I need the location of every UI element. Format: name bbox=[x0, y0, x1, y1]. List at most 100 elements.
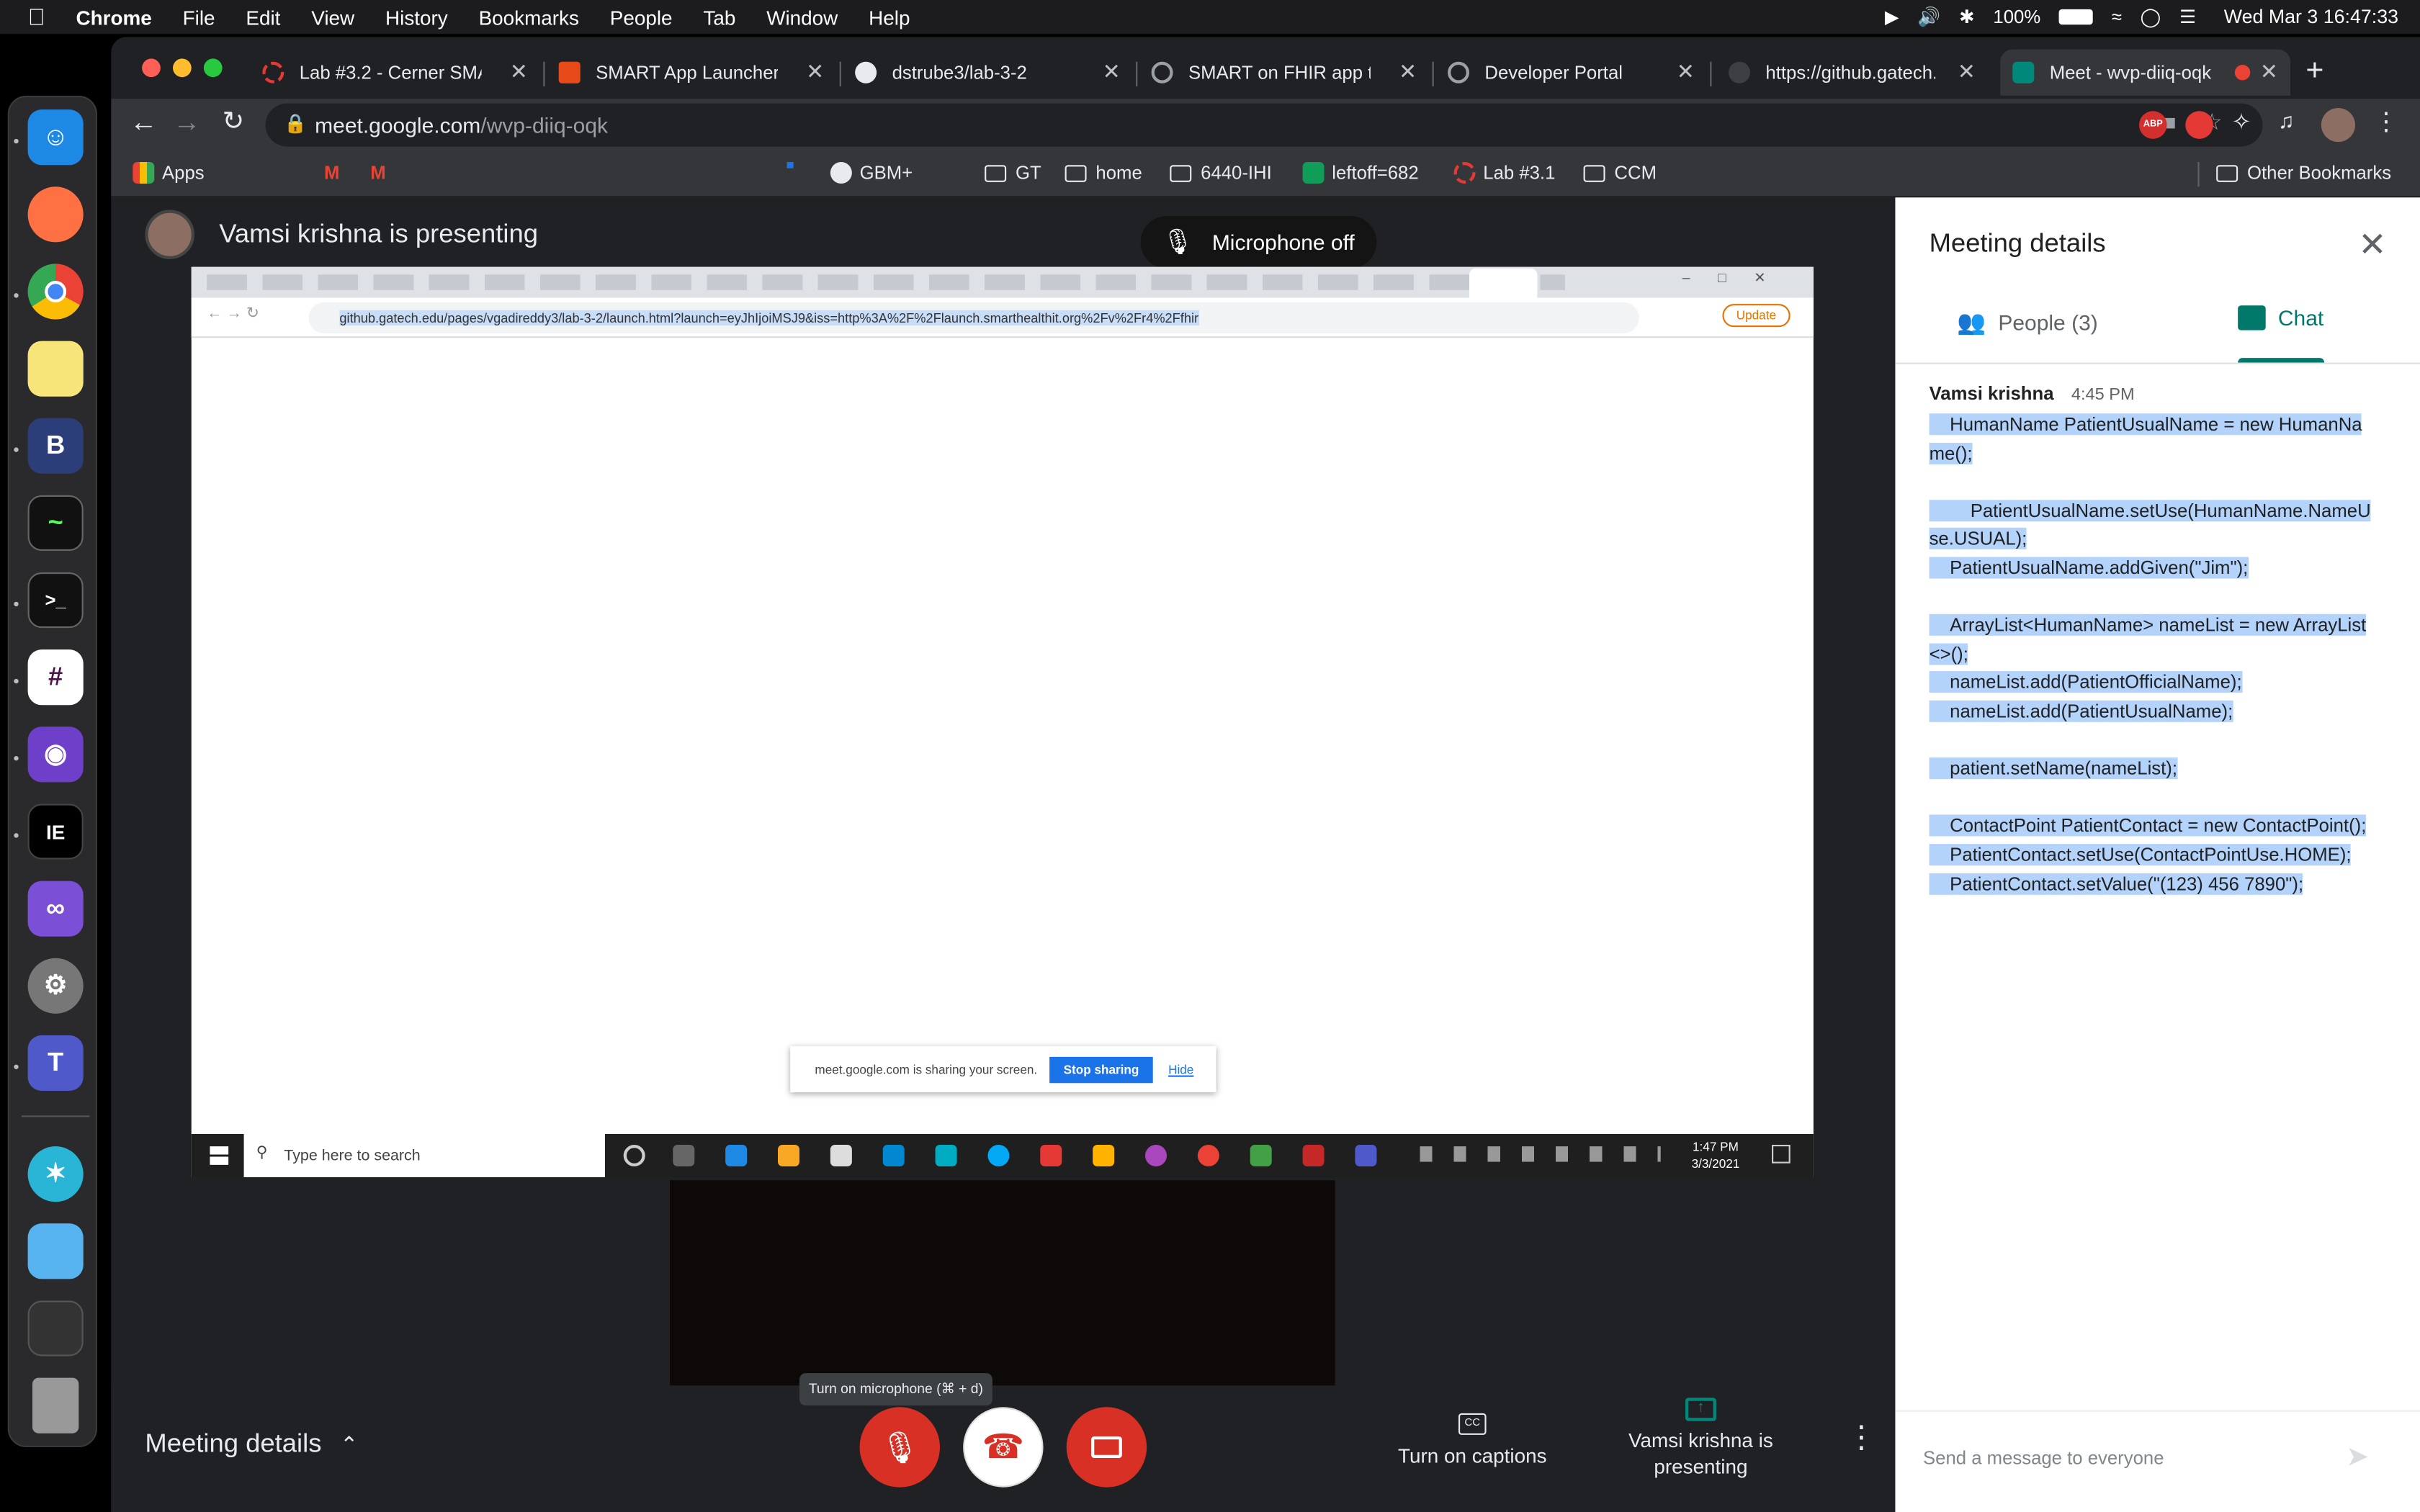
zoom-window-button[interactable] bbox=[203, 58, 223, 78]
tab-people[interactable]: 👥 People (3) bbox=[1957, 309, 2098, 336]
sharing-notice: meet.google.com is sharing your screen. … bbox=[790, 1045, 1216, 1093]
tab-developer-portal[interactable]: Developer Portal ✕ bbox=[1435, 50, 1707, 96]
battery-icon[interactable] bbox=[2058, 9, 2094, 25]
close-icon[interactable]: ✕ bbox=[806, 58, 824, 84]
windows-clock: 1:47 PM 3/3/2021 bbox=[1691, 1140, 1740, 1171]
activity-monitor-icon[interactable]: ~ bbox=[27, 495, 84, 551]
mic-off-label: Microphone off bbox=[1211, 230, 1355, 255]
control-center-icon[interactable]: ☰ bbox=[2179, 6, 2196, 28]
menu-people[interactable]: People bbox=[610, 6, 673, 29]
menu-view[interactable]: View bbox=[311, 6, 354, 29]
forward-icon[interactable]: → bbox=[173, 107, 201, 139]
chrome-icon[interactable] bbox=[27, 264, 84, 320]
minimize-window-button[interactable] bbox=[173, 58, 192, 78]
chrome-menu-icon[interactable]: ⋮ bbox=[2374, 107, 2398, 138]
close-icon[interactable]: ✕ bbox=[1399, 58, 1417, 84]
menu-window[interactable]: Window bbox=[766, 6, 838, 29]
tab-smart-launcher[interactable]: SMART App Launcher ✕ bbox=[547, 50, 837, 96]
tab-smart-tutorial[interactable]: SMART on FHIR app tuto ✕ bbox=[1139, 50, 1429, 96]
github-icon bbox=[1729, 61, 1750, 84]
bookmark-leftoff[interactable]: leftoff=682 bbox=[1302, 162, 1419, 184]
folder-icon[interactable] bbox=[27, 1223, 84, 1279]
close-panel-icon[interactable]: ✕ bbox=[2358, 225, 2387, 266]
shared-window-controls: –□✕ bbox=[1682, 270, 1793, 286]
bookmark-home[interactable]: home bbox=[1065, 162, 1142, 184]
github-desktop-icon[interactable]: ◉ bbox=[27, 726, 84, 783]
adblock-icon[interactable]: ABP bbox=[2139, 111, 2167, 139]
camera-button[interactable] bbox=[1066, 1407, 1147, 1488]
menu-file[interactable]: File bbox=[183, 6, 215, 29]
presenting-button[interactable]: ↑ Vamsi krishna is presenting bbox=[1621, 1398, 1781, 1480]
close-icon[interactable]: ✕ bbox=[2260, 58, 2278, 84]
tab-github-repo[interactable]: dstrube3/lab-3-2 ✕ bbox=[843, 50, 1133, 96]
user-icon[interactable]: ◯ bbox=[2141, 6, 2161, 28]
bluetooth-icon[interactable]: ✱ bbox=[1959, 6, 1975, 28]
menu-app-name[interactable]: Chrome bbox=[76, 6, 152, 29]
mic-off-icon: 🎙 bbox=[1162, 230, 1194, 256]
new-tab-button[interactable]: + bbox=[2305, 54, 2323, 89]
meeting-details-toggle[interactable]: Meeting details ⌃ bbox=[145, 1428, 358, 1459]
bookmark-gbm[interactable]: GBM+ bbox=[830, 162, 913, 184]
close-icon[interactable]: ✕ bbox=[1677, 58, 1695, 84]
wifi-icon[interactable]: ≈ bbox=[2112, 6, 2122, 28]
captions-button[interactable]: CC Turn on captions bbox=[1383, 1413, 1562, 1467]
tab-github-gatech[interactable]: https://github.gatech.ed ✕ bbox=[1716, 50, 1988, 96]
system-preferences-icon[interactable]: ⚙ bbox=[27, 958, 84, 1014]
app-star-icon[interactable]: ✶ bbox=[27, 1146, 84, 1202]
meeting-details-panel: Meeting details ✕ 👥 People (3) Chat Vams… bbox=[1895, 197, 2420, 1512]
tab-chat[interactable]: Chat bbox=[2238, 305, 2327, 330]
gmail-icon[interactable]: M bbox=[324, 162, 339, 184]
apple-icon[interactable]:  bbox=[28, 4, 45, 30]
address-bar[interactable]: 🔒 meet.google.com/wvp-diiq-oqk ■ ☆ bbox=[265, 103, 2263, 147]
play-icon[interactable]: ▶ bbox=[1885, 6, 1899, 28]
firefox-icon[interactable] bbox=[27, 186, 84, 243]
menu-history[interactable]: History bbox=[385, 6, 448, 29]
teams-icon[interactable]: T bbox=[27, 1035, 84, 1091]
tab-google-meet[interactable]: Meet - wvp-diiq-oqk ✕ bbox=[2000, 49, 2290, 96]
close-icon[interactable]: ✕ bbox=[510, 58, 528, 84]
close-icon[interactable]: ✕ bbox=[1958, 58, 1976, 84]
volume-icon[interactable]: 🔊 bbox=[1917, 6, 1940, 28]
presenter-title: Vamsi krishna is presenting bbox=[219, 219, 539, 248]
smart-icon bbox=[558, 61, 581, 84]
bookmark-other[interactable]: Other Bookmarks bbox=[2216, 162, 2391, 184]
captions-label: Turn on captions bbox=[1398, 1444, 1547, 1467]
more-options-icon[interactable]: ⋮ bbox=[1846, 1423, 1877, 1454]
terminal-icon[interactable]: >_ bbox=[27, 572, 84, 629]
media-icon[interactable]: ♫ bbox=[2278, 108, 2295, 132]
extensions-icon[interactable]: ✧ bbox=[2232, 108, 2251, 135]
gmail-icon-2[interactable]: M bbox=[370, 162, 385, 184]
globe-icon bbox=[1151, 61, 1173, 84]
bookmark-6440[interactable]: 6440-IHI bbox=[1170, 162, 1272, 184]
bookmark-apps[interactable]: Apps bbox=[133, 162, 205, 184]
notes-icon[interactable] bbox=[27, 341, 84, 397]
minimized-window-icon[interactable] bbox=[27, 1300, 84, 1356]
slides-icon[interactable] bbox=[786, 162, 794, 168]
back-icon[interactable]: ← bbox=[130, 107, 158, 139]
profile-avatar[interactable] bbox=[2321, 108, 2355, 143]
bookmark-gt[interactable]: GT bbox=[985, 162, 1041, 184]
bbedit-icon[interactable]: B bbox=[27, 418, 84, 474]
menu-bookmarks[interactable]: Bookmarks bbox=[479, 6, 579, 29]
close-window-button[interactable] bbox=[142, 58, 161, 78]
menu-help[interactable]: Help bbox=[869, 6, 910, 29]
extension-red-icon[interactable] bbox=[2185, 111, 2213, 139]
visual-studio-icon[interactable]: ∞ bbox=[27, 881, 84, 937]
chat-input[interactable]: Send a message to everyone bbox=[1923, 1447, 2370, 1469]
tab-lab-3-2[interactable]: Lab #3.2 - Cerner SMAR ✕ bbox=[250, 50, 540, 96]
clock[interactable]: Wed Mar 3 16:47:33 bbox=[2224, 6, 2398, 28]
menu-edit[interactable]: Edit bbox=[246, 6, 280, 29]
finder-icon[interactable]: ☺ bbox=[27, 109, 84, 166]
reload-icon[interactable]: ↻ bbox=[223, 107, 245, 138]
send-icon[interactable]: ➤ bbox=[2346, 1441, 2369, 1473]
bookmark-ccm[interactable]: CCM bbox=[1583, 162, 1657, 184]
slack-icon[interactable]: # bbox=[27, 649, 84, 706]
close-icon[interactable]: ✕ bbox=[1103, 58, 1121, 84]
intellij-icon[interactable]: IE bbox=[27, 804, 84, 860]
menu-tab[interactable]: Tab bbox=[703, 6, 735, 29]
leave-call-button[interactable]: ☎ bbox=[963, 1407, 1044, 1488]
trash-icon[interactable] bbox=[32, 1377, 79, 1434]
windows-search: ⚲ Type here to search bbox=[243, 1134, 605, 1177]
bookmark-lab-3-1[interactable]: Lab #3.1 bbox=[1453, 162, 1555, 184]
microphone-button[interactable]: 🎙 bbox=[859, 1407, 940, 1488]
